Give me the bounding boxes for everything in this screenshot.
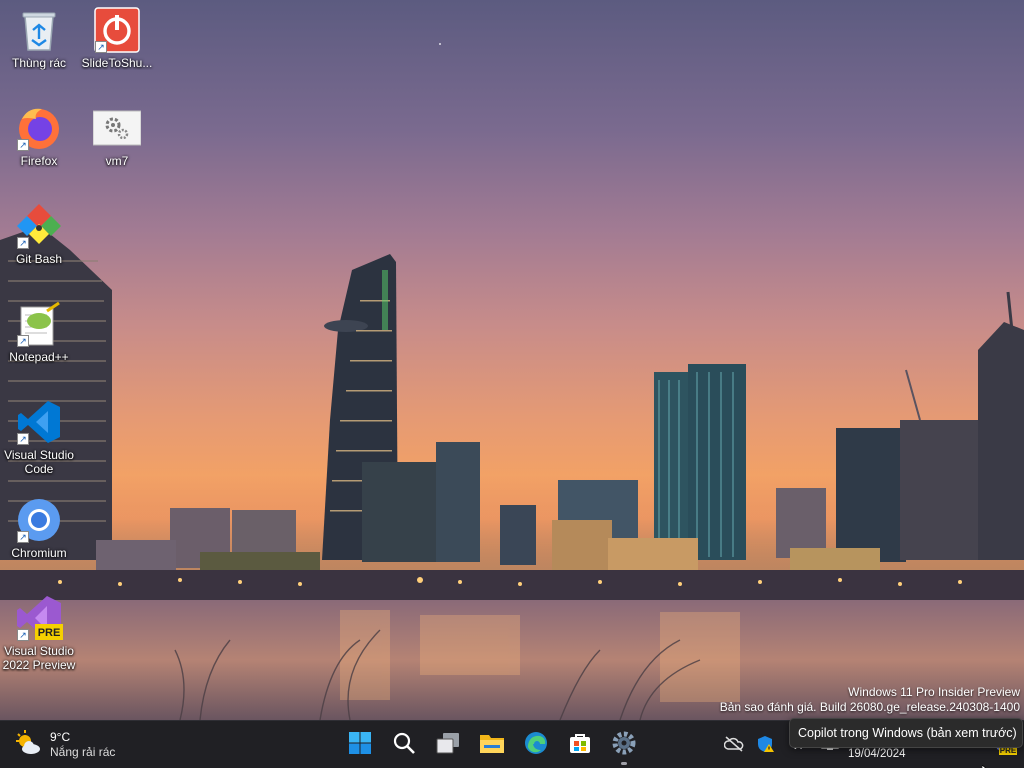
firefox-icon: ↗ [15, 104, 63, 152]
desktop-icon-vm7[interactable]: vm7 [79, 104, 155, 168]
desktop-icon-label: Thùng rác [11, 56, 67, 70]
chromium-icon: ↗ [15, 496, 63, 544]
git-bash-icon: ↗ [15, 202, 63, 250]
shortcut-arrow-icon: ↗ [17, 531, 29, 543]
settings-icon [611, 730, 637, 761]
cloud-offline-icon [723, 735, 744, 755]
file-explorer-icon [479, 731, 505, 760]
onedrive-button[interactable] [718, 721, 750, 768]
desktop-icon-label: Git Bash [15, 252, 63, 266]
desktop-icon-slidetoshutdown[interactable]: ↗ SlideToShu... [79, 6, 155, 70]
start-icon [348, 731, 372, 760]
desktop-icon-label: SlideToShu... [81, 56, 153, 70]
task-view-icon [435, 731, 461, 760]
mouse-cursor-icon [981, 760, 992, 768]
partly-sunny-icon [14, 729, 42, 762]
weather-temperature: 9°C [50, 730, 71, 744]
desktop-icon-label: Chromium [11, 546, 67, 560]
windows-security-button[interactable] [750, 721, 782, 768]
task-view-button[interactable] [428, 723, 468, 767]
svg-text:PRE: PRE [38, 627, 61, 639]
desktop-icon-firefox[interactable]: ↗ Firefox [1, 104, 77, 168]
taskbar-pinned-apps [340, 723, 644, 767]
vscode-icon: ↗ [15, 398, 63, 446]
file-explorer-button[interactable] [472, 723, 512, 767]
search-button[interactable] [384, 723, 424, 767]
windows-build-watermark: Windows 11 Pro Insider Preview Bản sao đ… [720, 685, 1020, 715]
edge-icon [524, 731, 548, 760]
clock-date: 19/04/2024 [848, 748, 906, 760]
shortcut-arrow-icon: ↗ [17, 139, 29, 151]
desktop-icon-label: vm7 [105, 154, 129, 168]
desktop-icon-label: Firefox [20, 154, 58, 168]
desktop-icon-visual-studio-preview[interactable]: PRE ↗ Visual Studio 2022 Preview [1, 594, 77, 672]
notepad-plus-plus-icon: ↗ [15, 300, 63, 348]
weather-condition: Nắng rải rác [50, 745, 116, 759]
desktop-icon-vscode[interactable]: ↗ Visual Studio Code [1, 398, 77, 476]
gears-icon [93, 104, 141, 152]
shortcut-arrow-icon: ↗ [17, 335, 29, 347]
desktop-icon-label: Notepad++ [9, 350, 69, 364]
desktop-icon-git-bash[interactable]: ↗ Git Bash [1, 202, 77, 266]
shortcut-arrow-icon: ↗ [95, 41, 107, 53]
store-button[interactable] [560, 723, 600, 767]
copilot-tooltip: Copilot trong Windows (bản xem trước) [789, 718, 1023, 748]
search-icon [392, 731, 416, 760]
weather-widget[interactable]: 9°C Nắng rải rác [14, 727, 115, 763]
visual-studio-preview-icon: PRE ↗ [15, 594, 63, 642]
watermark-edition: Windows 11 Pro Insider Preview [848, 685, 1020, 699]
settings-button[interactable] [604, 723, 644, 767]
desktop-icon-notepad-plus-plus[interactable]: ↗ Notepad++ [1, 300, 77, 364]
desktop-icon-chromium[interactable]: ↗ Chromium [1, 496, 77, 560]
desktop-icon-label: Visual Studio 2022 Preview [2, 644, 76, 672]
watermark-build: Bản sao đánh giá. Build 26080.ge_release… [719, 700, 1020, 714]
shortcut-arrow-icon: ↗ [17, 629, 29, 641]
start-button[interactable] [340, 723, 380, 767]
desktop-icon-label: Visual Studio Code [4, 448, 74, 476]
store-icon [568, 731, 592, 760]
edge-button[interactable] [516, 723, 556, 767]
shortcut-arrow-icon: ↗ [17, 237, 29, 249]
recycle-bin-icon [15, 6, 63, 54]
desktop-icon-recycle-bin[interactable]: Thùng rác [1, 6, 77, 70]
shield-warning-icon [757, 735, 775, 756]
shortcut-arrow-icon: ↗ [17, 433, 29, 445]
power-icon: ↗ [93, 6, 141, 54]
